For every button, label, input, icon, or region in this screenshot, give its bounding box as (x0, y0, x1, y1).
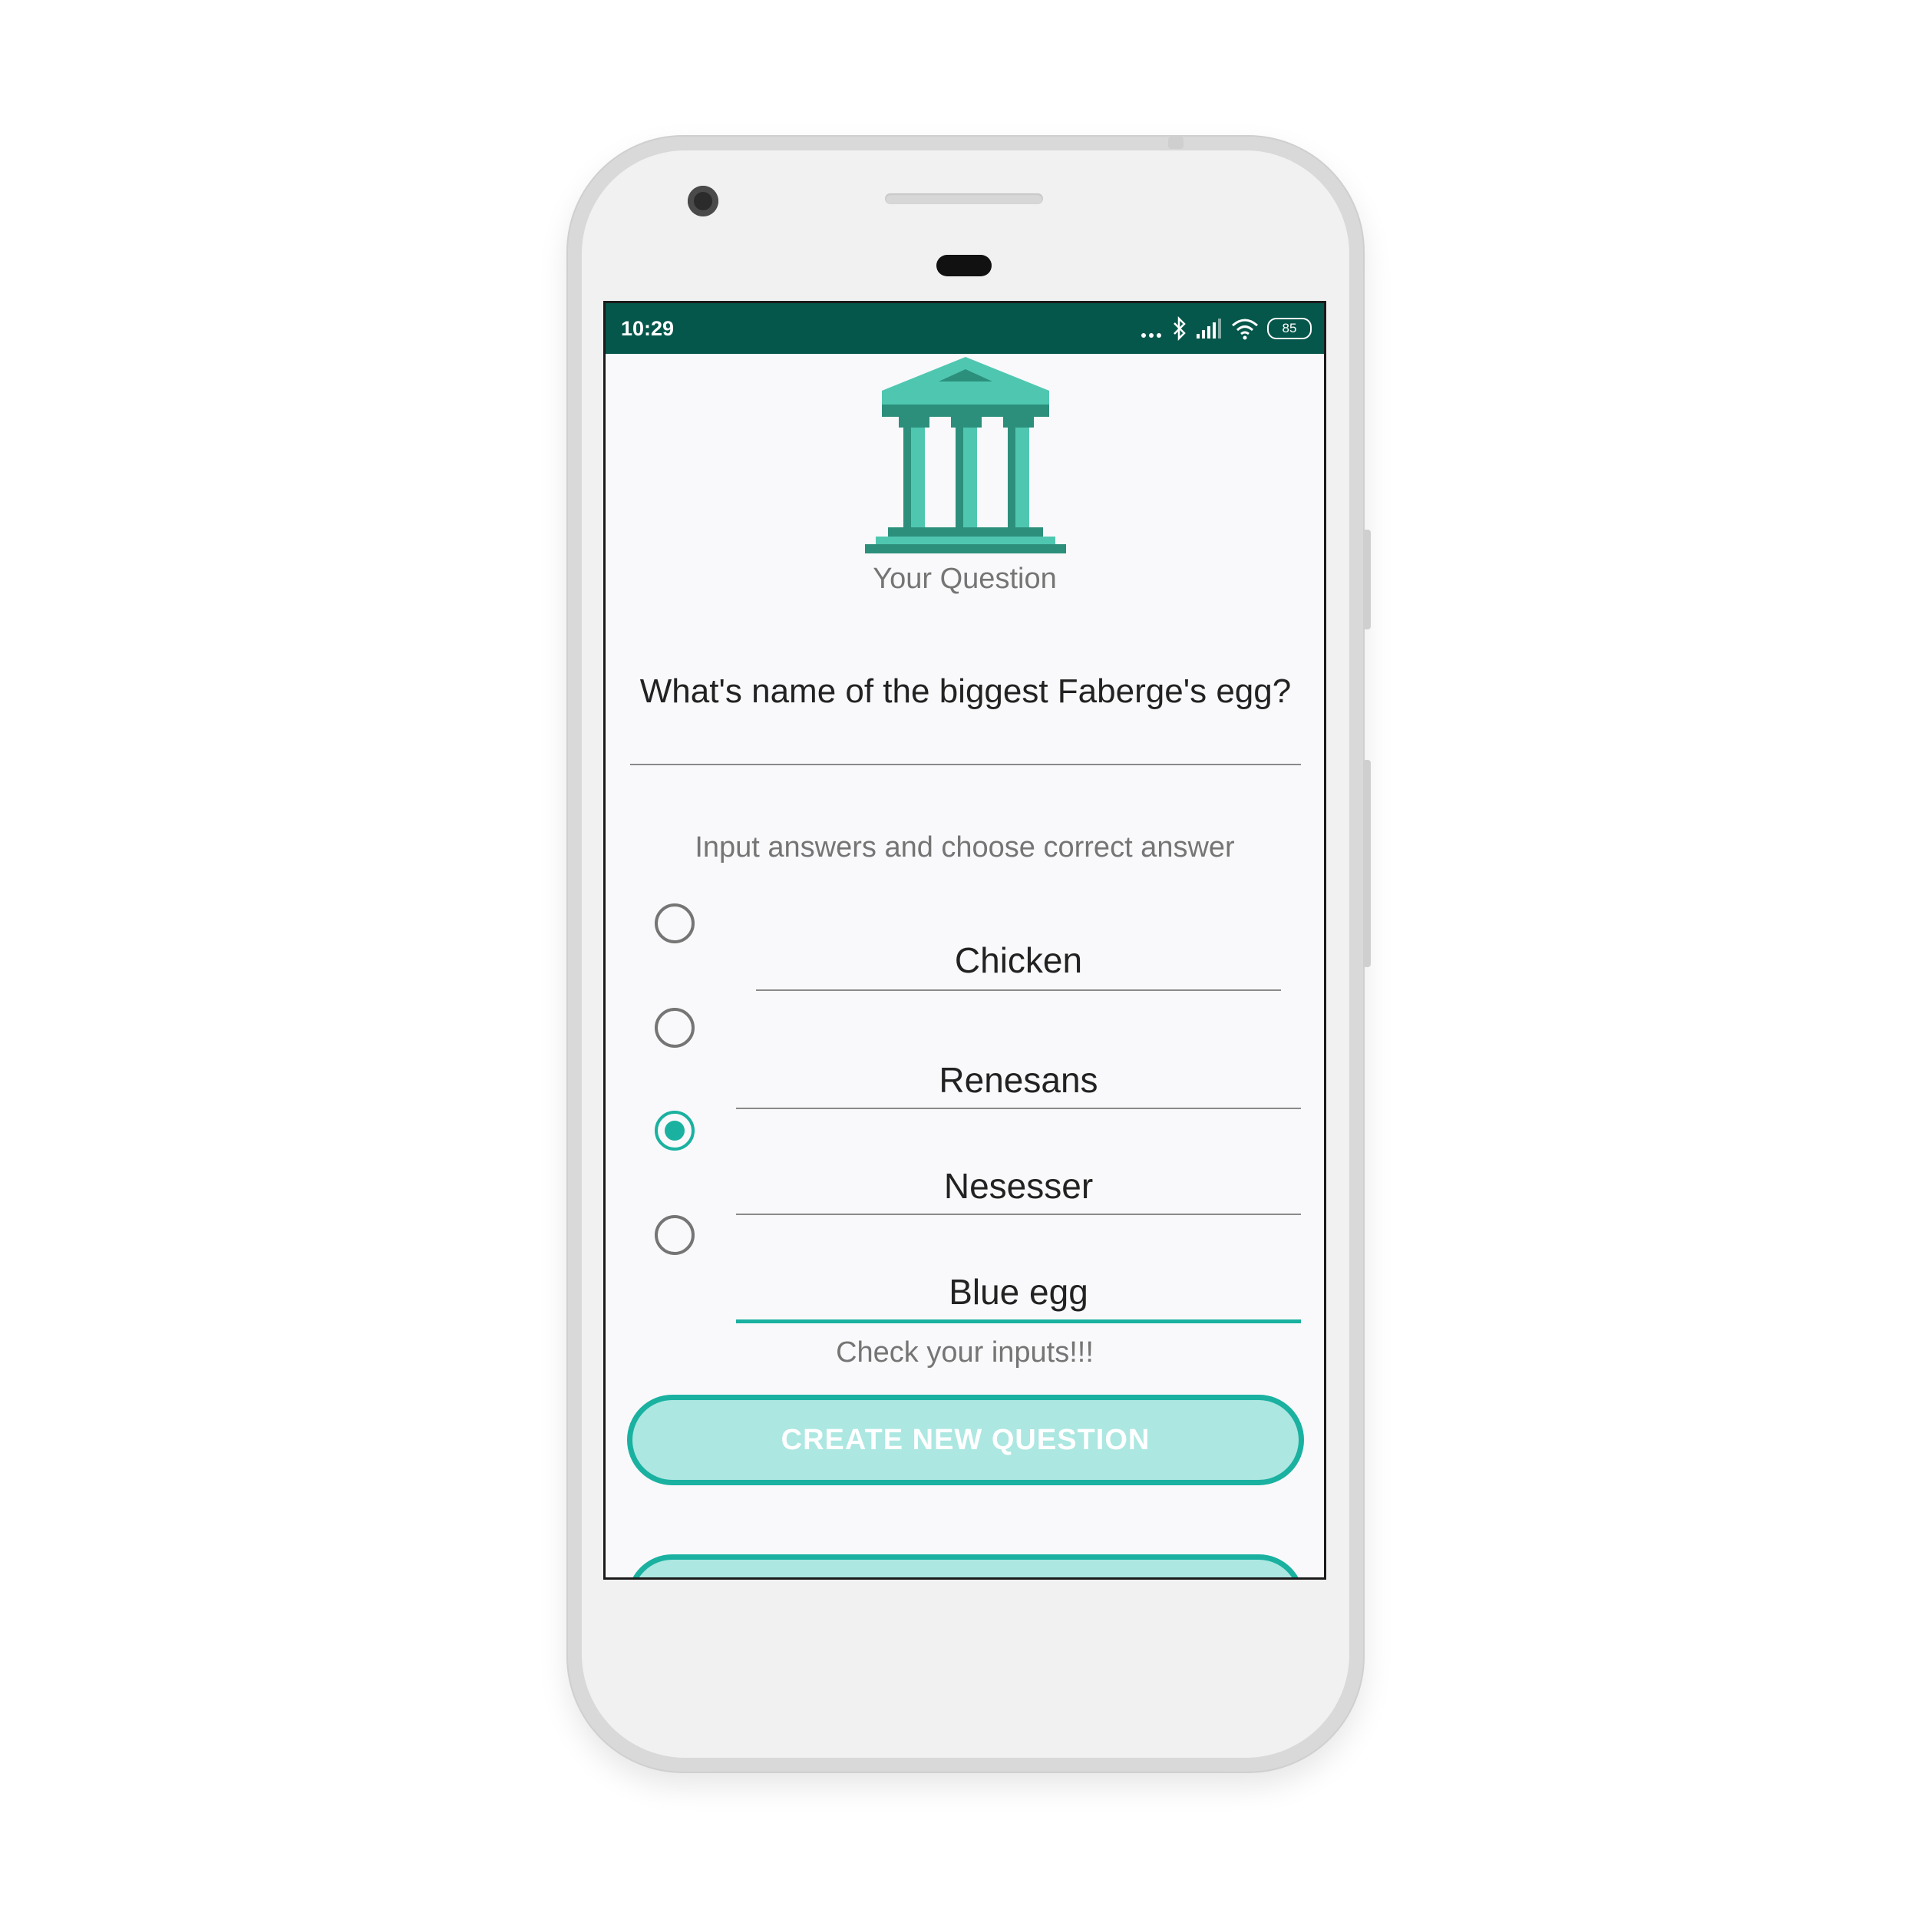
earpiece-speaker (885, 193, 1043, 204)
status-time: 10:29 (621, 317, 675, 340)
battery-icon: 85 (1267, 318, 1312, 339)
answer-radio-4[interactable] (655, 1215, 695, 1255)
status-bar: 10:29 85 (606, 303, 1324, 354)
wifi-icon (1232, 319, 1258, 340)
question-input[interactable]: What's name of the biggest Faberge's egg… (630, 670, 1301, 713)
top-button (1168, 137, 1184, 149)
answer-radio-3-selected[interactable] (655, 1111, 695, 1151)
create-new-question-button[interactable]: CREATE NEW QUESTION (627, 1395, 1304, 1485)
answer-input-2[interactable]: Renesans (736, 1057, 1301, 1103)
answer-input-3[interactable]: Nesesser (736, 1163, 1301, 1209)
status-icons: 85 (1140, 314, 1312, 343)
answer-radio-1[interactable] (655, 903, 695, 943)
front-camera (688, 186, 718, 216)
answer-underline-4-focused (736, 1319, 1301, 1323)
answer-underline-1 (756, 989, 1281, 991)
answer-input-4[interactable]: Blue egg (736, 1269, 1301, 1315)
validation-message: Check your inputs!!! (836, 1336, 1094, 1369)
museum-logo-icon (865, 357, 1066, 553)
more-dots-icon (1141, 333, 1161, 338)
bluetooth-icon (1174, 316, 1186, 341)
answer-underline-3 (736, 1214, 1301, 1215)
app-screen: 10:29 85 Your Question What's name of th… (603, 301, 1326, 1580)
answer-underline-2 (736, 1108, 1301, 1109)
answers-instruction: Input answers and choose correct answer (695, 831, 1235, 864)
secondary-button-partial[interactable] (627, 1554, 1304, 1577)
signal-icon (1197, 319, 1221, 339)
question-underline (630, 764, 1301, 765)
proximity-sensor (936, 255, 992, 276)
volume-button (1363, 760, 1371, 967)
answer-radio-2[interactable] (655, 1008, 695, 1048)
answer-input-1[interactable]: Chicken (756, 937, 1281, 983)
page-title: Your Question (873, 563, 1057, 595)
power-button (1363, 530, 1371, 629)
